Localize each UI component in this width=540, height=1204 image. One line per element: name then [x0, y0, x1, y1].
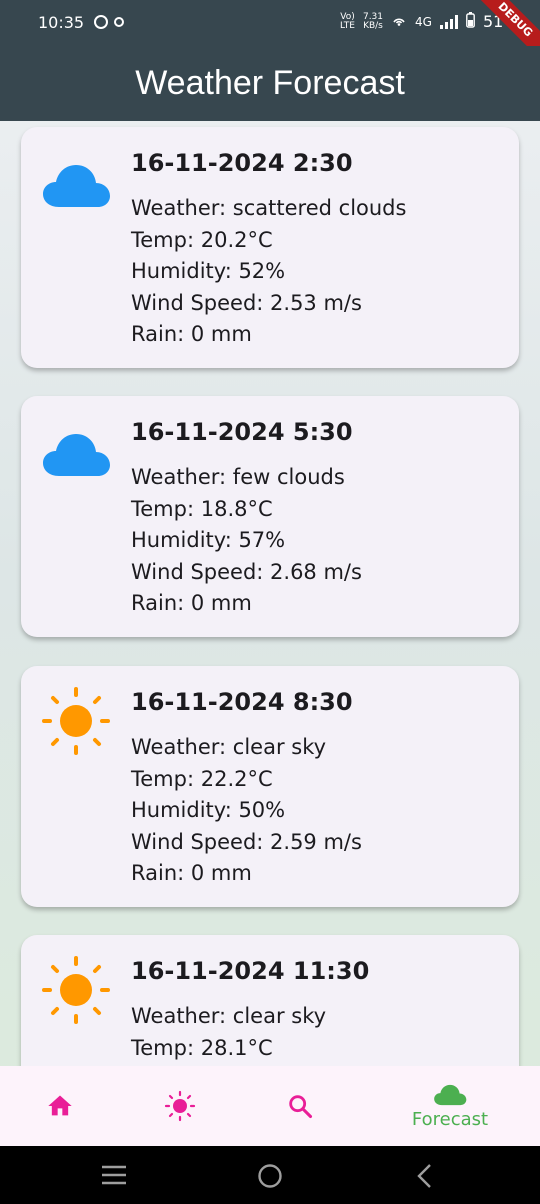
sun-icon	[42, 687, 110, 755]
forecast-date: 16-11-2024 5:30	[131, 418, 353, 446]
forecast-temp: Temp: 18.8°C	[131, 496, 273, 521]
forecast-temp: Temp: 20.2°C	[131, 227, 273, 252]
sun-icon	[42, 956, 110, 1024]
forecast-card[interactable]: 16-11-2024 11:30 Weather: clear sky Temp…	[21, 935, 519, 1066]
forecast-wind: Wind Speed: 2.68 m/s	[131, 559, 362, 584]
network-type: 4G	[415, 14, 432, 29]
forecast-wind: Wind Speed: 2.53 m/s	[131, 290, 362, 315]
forecast-card[interactable]: 16-11-2024 8:30 Weather: clear sky Temp:…	[21, 666, 519, 907]
cloud-icon	[43, 434, 110, 476]
page-title: Weather Forecast	[135, 64, 405, 102]
back-icon[interactable]	[415, 1163, 433, 1189]
forecast-wind: Wind Speed: 2.59 m/s	[131, 829, 362, 854]
system-navigation-bar	[0, 1146, 540, 1204]
network-speed: 7.31 KB/s	[363, 12, 383, 31]
home-icon	[48, 1095, 72, 1116]
forecast-temp: Temp: 28.1°C	[131, 1035, 273, 1060]
notification-icon	[114, 17, 124, 27]
network-speed-unit: KB/s	[363, 20, 383, 31]
status-right: Vo) LTE 7.31 KB/s 4G 51	[340, 12, 503, 31]
notification-icon	[94, 15, 108, 29]
forecast-rain: Rain: 0 mm	[131, 591, 252, 615]
nav-home[interactable]	[15, 1066, 105, 1146]
forecast-rain: Rain: 0 mm	[131, 322, 252, 346]
forecast-humidity: Humidity: 50%	[131, 798, 286, 822]
forecast-humidity: Humidity: 57%	[131, 528, 286, 552]
cloud-icon	[434, 1084, 467, 1105]
nav-forecast-label: Forecast	[411, 1108, 489, 1130]
hotspot-icon	[391, 13, 407, 30]
app-bar: Weather Forecast	[0, 46, 540, 121]
forecast-humidity: Humidity: 52%	[131, 259, 286, 283]
nav-current-weather[interactable]	[135, 1066, 225, 1146]
forecast-weather: Weather: clear sky	[131, 735, 327, 759]
forecast-temp: Temp: 22.2°C	[131, 766, 273, 791]
home-button-icon[interactable]	[257, 1163, 283, 1189]
cloud-icon	[43, 165, 110, 207]
forecast-date: 16-11-2024 8:30	[131, 688, 353, 716]
forecast-list[interactable]: 16-11-2024 2:30 Weather: scattered cloud…	[0, 121, 540, 1066]
forecast-weather: Weather: few clouds	[131, 465, 345, 489]
nav-forecast[interactable]: Forecast	[405, 1066, 495, 1146]
app-screen: 10:35 Vo) LTE 7.31 KB/s 4G 51 DEBUG Weat…	[0, 0, 540, 1146]
bottom-navigation: Forecast	[0, 1066, 540, 1146]
forecast-card[interactable]: 16-11-2024 5:30 Weather: few clouds Temp…	[21, 396, 519, 637]
volte-sub-label: LTE	[340, 20, 355, 31]
forecast-card[interactable]: 16-11-2024 2:30 Weather: scattered cloud…	[21, 127, 519, 368]
forecast-weather: Weather: scattered clouds	[131, 196, 407, 220]
recent-apps-icon[interactable]	[101, 1164, 127, 1186]
volte-indicator: Vo) LTE	[340, 12, 355, 31]
signal-icon	[439, 14, 458, 29]
status-time: 10:35	[38, 13, 85, 32]
forecast-date: 16-11-2024 2:30	[131, 149, 353, 177]
battery-icon	[466, 12, 475, 31]
nav-search[interactable]	[255, 1066, 345, 1146]
notification-icons	[94, 15, 124, 29]
sun-icon	[164, 1090, 196, 1122]
forecast-date: 16-11-2024 11:30	[131, 957, 370, 985]
forecast-rain: Rain: 0 mm	[131, 861, 252, 885]
status-bar: 10:35 Vo) LTE 7.31 KB/s 4G 51 DEBUG	[0, 0, 540, 66]
search-icon	[289, 1095, 313, 1119]
forecast-weather: Weather: clear sky	[131, 1004, 327, 1028]
